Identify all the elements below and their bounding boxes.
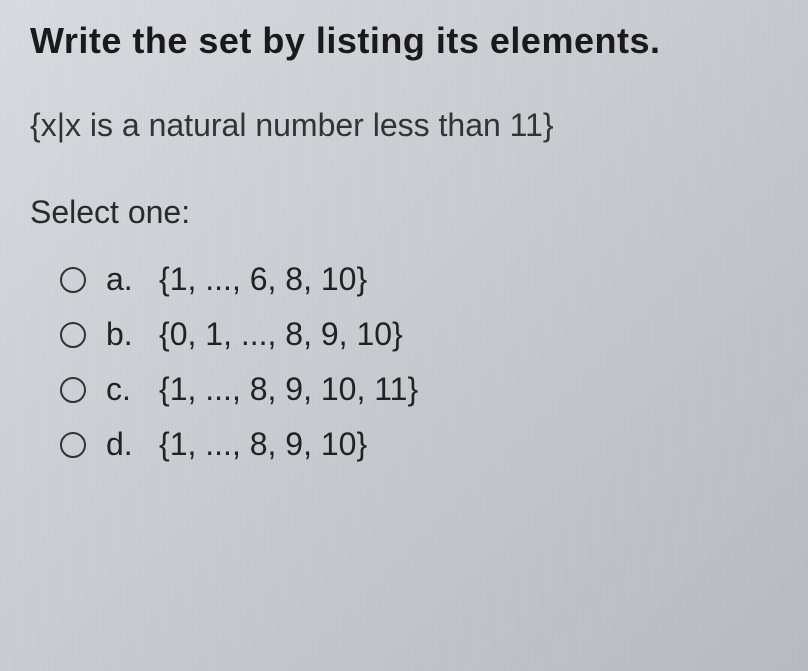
option-a[interactable]: a. {1, ..., 6, 8, 10}	[60, 261, 778, 298]
select-prompt: Select one:	[30, 194, 778, 231]
radio-icon[interactable]	[60, 377, 86, 403]
question-title: Write the set by listing its elements.	[30, 20, 778, 62]
option-text: {0, 1, ..., 8, 9, 10}	[159, 316, 403, 353]
option-d[interactable]: d. {1, ..., 8, 9, 10}	[60, 426, 778, 463]
radio-icon[interactable]	[60, 267, 86, 293]
options-list: a. {1, ..., 6, 8, 10} b. {0, 1, ..., 8, …	[30, 261, 778, 463]
set-notation: {x|x is a natural number less than 11}	[30, 107, 778, 144]
option-letter: d.	[106, 426, 141, 463]
option-letter: c.	[106, 371, 141, 408]
option-c[interactable]: c. {1, ..., 8, 9, 10, 11}	[60, 371, 778, 408]
option-b[interactable]: b. {0, 1, ..., 8, 9, 10}	[60, 316, 778, 353]
option-letter: a.	[106, 261, 141, 298]
option-text: {1, ..., 6, 8, 10}	[159, 261, 367, 298]
option-letter: b.	[106, 316, 141, 353]
option-text: {1, ..., 8, 9, 10, 11}	[159, 371, 418, 408]
radio-icon[interactable]	[60, 322, 86, 348]
option-text: {1, ..., 8, 9, 10}	[159, 426, 367, 463]
radio-icon[interactable]	[60, 432, 86, 458]
